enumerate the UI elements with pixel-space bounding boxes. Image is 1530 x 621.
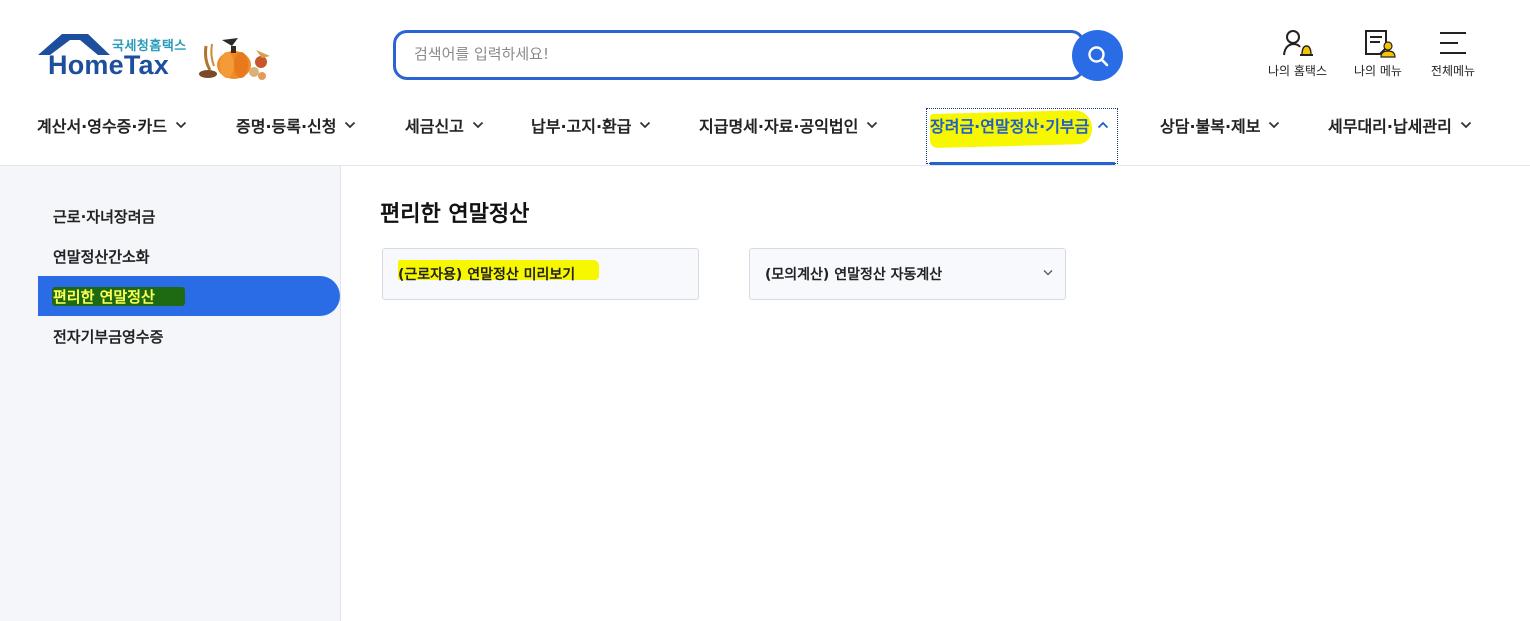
chevron-down-icon <box>472 121 484 129</box>
nav-item-label: 증명·등록·신청 <box>236 117 337 136</box>
nav-item-tax-agent[interactable]: 세무대리·납세관리 <box>1328 114 1472 136</box>
sidebar-item-convenient-yearend[interactable]: 편리한 연말정산 <box>38 276 340 316</box>
my-hometax-button[interactable]: 나의 홈택스 <box>1268 28 1327 79</box>
nav-item-label: 장려금·연말정산·기부금 <box>930 117 1090 136</box>
sidebar-item-e-donation-receipt[interactable]: 전자기부금영수증 <box>53 326 163 347</box>
nav-item-label: 지급명세·자료·공익법인 <box>699 117 859 136</box>
my-menu-label: 나의 메뉴 <box>1354 64 1402 78</box>
all-menu-label: 전체메뉴 <box>1430 64 1476 78</box>
all-menu-button[interactable]: 전체메뉴 <box>1427 28 1479 79</box>
my-menu-icon <box>1364 30 1396 58</box>
nav-item-consult-appeal[interactable]: 상담·불복·제보 <box>1160 114 1280 136</box>
nav-item-payment-refund[interactable]: 납부·고지·환급 <box>531 114 651 136</box>
nav-item-invoice-receipt-card[interactable]: 계산서·영수증·카드 <box>37 114 187 136</box>
chevron-down-icon <box>867 121 878 129</box>
nav-item-certificate-register[interactable]: 증명·등록·신청 <box>236 114 356 136</box>
chevron-down-icon <box>640 121 651 129</box>
search-icon <box>1087 45 1108 66</box>
nav-item-label: 계산서·영수증·카드 <box>37 117 167 136</box>
active-tab-indicator <box>930 162 1115 165</box>
chevron-down-icon <box>1460 121 1471 129</box>
card-label: (근로자용) 연말정산 미리보기 <box>398 267 576 283</box>
nav-item-tax-return[interactable]: 세금신고 <box>405 114 484 136</box>
search-button[interactable] <box>1072 30 1123 81</box>
nav-item-label: 상담·불복·제보 <box>1160 117 1261 136</box>
pumpkin-icon <box>199 38 270 80</box>
chevron-down-icon <box>345 121 356 129</box>
chevron-down-icon <box>1043 270 1053 276</box>
logo-name: HomeTax <box>48 50 169 80</box>
hamburger-menu-icon <box>1440 32 1466 54</box>
nav-item-label: 세금신고 <box>405 117 464 136</box>
chevron-down-icon <box>175 121 187 129</box>
sidebar-item-incentive[interactable]: 근로·자녀장려금 <box>53 206 155 227</box>
nav-item-payment-statement[interactable]: 지급명세·자료·공익법인 <box>699 114 878 136</box>
nav-item-incentive-yearend-donation[interactable]: 장려금·연말정산·기부금 <box>930 114 1109 136</box>
nav-item-label: 세무대리·납세관리 <box>1328 117 1452 136</box>
card-label: (모의계산) 연말정산 자동계산 <box>765 267 943 283</box>
yearend-preview-button[interactable]: (근로자용) 연말정산 미리보기 <box>382 248 699 300</box>
sidebar: 근로·자녀장려금 연말정산간소화 편리한 연말정산 전자기부금영수증 <box>0 166 341 621</box>
my-menu-button[interactable]: 나의 메뉴 <box>1354 28 1402 79</box>
sidebar-item-simplified-yearend[interactable]: 연말정산간소화 <box>53 246 150 267</box>
search-input[interactable] <box>414 45 1054 63</box>
chevron-down-icon <box>1269 121 1280 129</box>
user-bell-icon <box>1282 30 1313 56</box>
search-box <box>393 30 1085 80</box>
nav-item-label: 납부·고지·환급 <box>531 117 632 136</box>
sidebar-item-label: 편리한 연말정산 <box>53 288 155 306</box>
chevron-up-icon <box>1098 121 1109 129</box>
yearend-auto-calc-dropdown[interactable]: (모의계산) 연말정산 자동계산 <box>749 248 1066 300</box>
my-hometax-label: 나의 홈택스 <box>1268 64 1328 78</box>
global-nav: 계산서·영수증·카드 증명·등록·신청 세금신고 납부·고지·환급 지급명세·자… <box>0 100 1530 166</box>
page-title: 편리한 연말정산 <box>380 202 530 227</box>
hometax-logo[interactable]: 국세청홈택스 HomeTax <box>36 30 276 86</box>
